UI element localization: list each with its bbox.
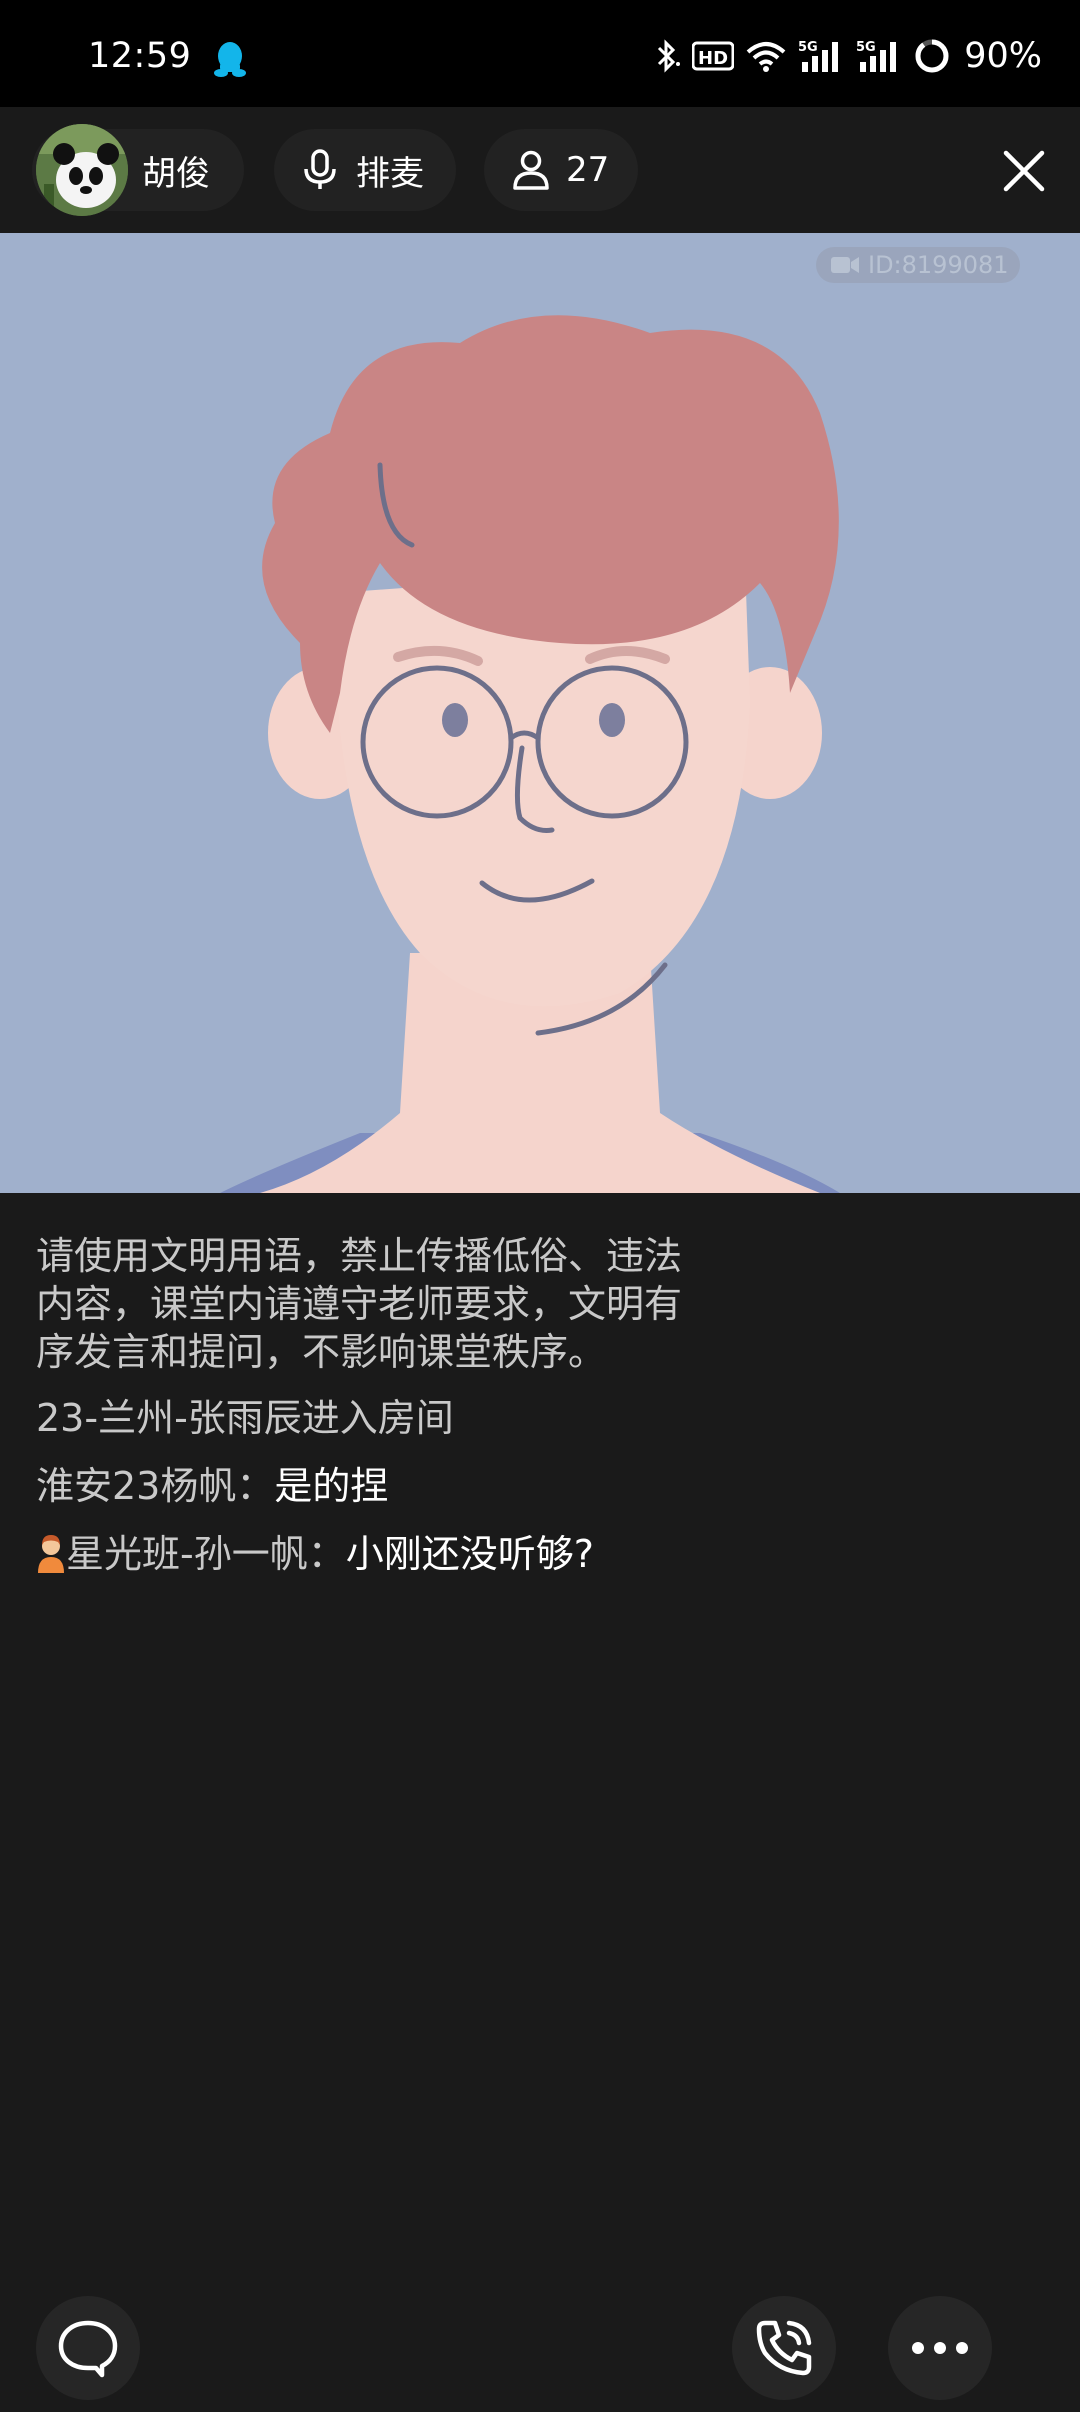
status-time: 12:59 <box>88 36 192 76</box>
video-camera-icon <box>831 257 859 273</box>
room-id-badge: ID:8199081 <box>816 247 1020 283</box>
bluetooth-icon <box>658 39 681 73</box>
more-dots-icon <box>912 2342 968 2354</box>
speech-bubble-icon <box>58 2320 118 2378</box>
message-content: 是的捏 <box>274 1464 389 1508</box>
status-bar: 12:59 HD 5G 5G 90% <box>0 0 1080 107</box>
phone-call-icon <box>756 2320 812 2376</box>
wifi-icon <box>746 42 786 72</box>
room-top-bar: 胡俊 排麦 27 <box>0 107 1080 233</box>
mic-queue-label: 排麦 <box>356 153 424 194</box>
online-users-button[interactable]: 27 <box>484 129 638 211</box>
room-rules-notice: 请使用文明用语，禁止传播低俗、违法 内容，课堂内请遵守老师要求，文明有 序发言和… <box>36 1232 756 1376</box>
voice-call-button[interactable] <box>732 2296 836 2400</box>
svg-text:5G: 5G <box>798 40 818 55</box>
status-icons: HD 5G 5G 90% <box>652 34 1042 78</box>
message-content: 小刚还没听够? <box>345 1532 594 1576</box>
message-sender[interactable]: 淮安23杨帆： <box>36 1464 274 1508</box>
close-icon[interactable] <box>998 145 1050 197</box>
panda-avatar-image <box>36 124 128 216</box>
chat-input-button[interactable] <box>36 2296 140 2400</box>
chat-message: 星光班-孙一帆：小刚还没听够? <box>36 1530 776 1578</box>
room-id-text: ID:8199081 <box>868 251 1009 279</box>
chat-message: 淮安23杨帆：是的捏 <box>36 1462 776 1510</box>
svg-text:HD: HD <box>698 48 728 69</box>
user-icon <box>513 150 549 190</box>
host-avatar[interactable] <box>36 124 128 216</box>
battery-ring-icon <box>915 39 949 73</box>
battery-percent: 90% <box>964 36 1042 76</box>
hd-voice-icon: HD <box>692 41 735 71</box>
notice-line: 内容，课堂内请遵守老师要求，文明有 <box>36 1282 683 1326</box>
message-sender[interactable]: 星光班-孙一帆： <box>66 1532 346 1576</box>
join-room-message: 23-兰州-张雨辰进入房间 <box>36 1396 454 1440</box>
notice-line: 请使用文明用语，禁止传播低俗、违法 <box>36 1234 683 1278</box>
microphone-icon <box>304 149 336 189</box>
signal-5g-icon: 5G <box>798 40 839 72</box>
video-area[interactable]: ID:8199081 <box>0 233 1080 1193</box>
student-badge-icon <box>38 1535 64 1573</box>
mic-queue-button[interactable]: 排麦 <box>274 129 456 211</box>
host-name: 胡俊 <box>142 153 210 194</box>
online-user-count: 27 <box>566 150 610 190</box>
teacher-default-avatar-illustration <box>220 315 840 1193</box>
chat-message-list[interactable]: 请使用文明用语，禁止传播低俗、违法 内容，课堂内请遵守老师要求，文明有 序发言和… <box>36 1232 776 1598</box>
host-info-pill[interactable]: 胡俊 <box>32 124 244 216</box>
more-options-button[interactable] <box>888 2296 992 2400</box>
svg-text:5G: 5G <box>856 40 876 55</box>
notice-line: 序发言和提问，不影响课堂秩序。 <box>36 1330 607 1374</box>
system-message: 23-兰州-张雨辰进入房间 <box>36 1394 776 1442</box>
signal-5g-icon: 5G <box>856 40 897 72</box>
qq-icon <box>214 42 246 77</box>
